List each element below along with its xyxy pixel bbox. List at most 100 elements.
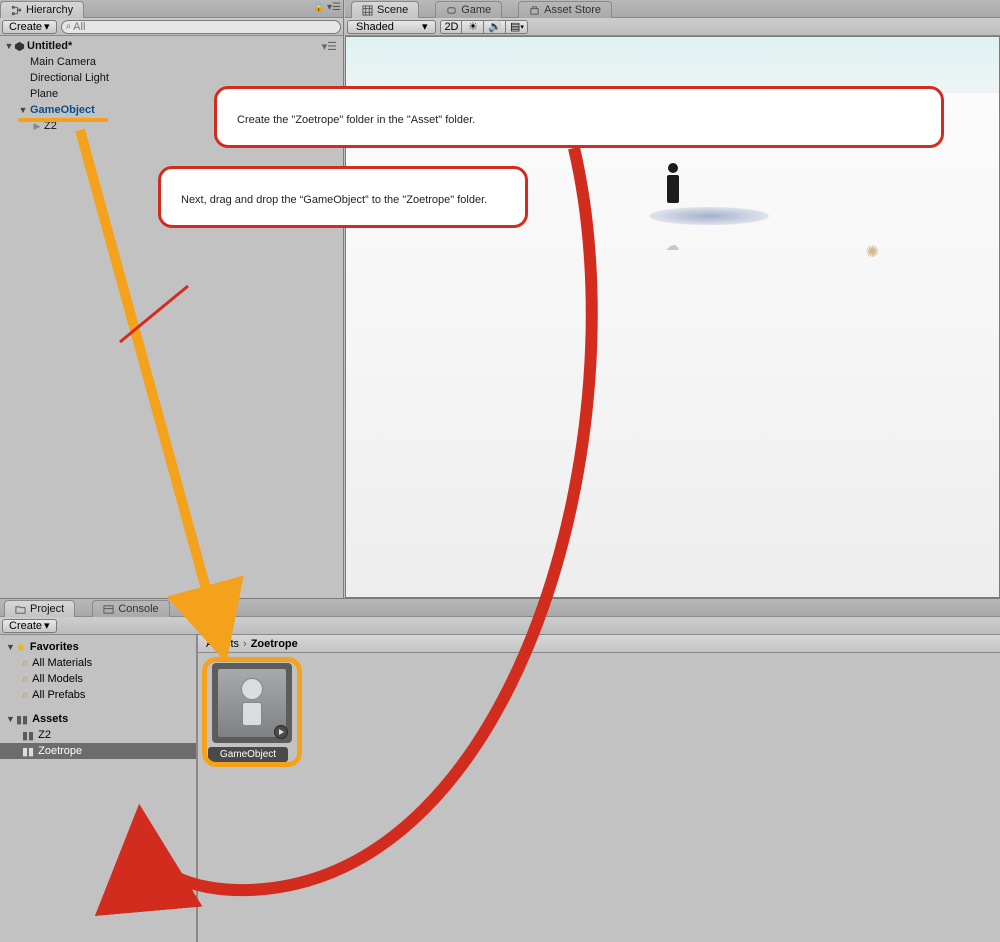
tab-hierarchy[interactable]: Hierarchy bbox=[0, 1, 84, 18]
hierarchy-search-placeholder: All bbox=[73, 21, 85, 33]
folder-label: Zoetrope bbox=[38, 745, 82, 757]
search-icon: ⌕ bbox=[22, 657, 28, 670]
image-icon: ▤ bbox=[510, 20, 520, 33]
favorites-label: Favorites bbox=[30, 641, 79, 653]
foldout-icon[interactable]: ▼ bbox=[4, 41, 14, 51]
scene-menu-icon[interactable]: ▾☰ bbox=[322, 40, 337, 53]
breadcrumb-root[interactable]: Assets bbox=[206, 638, 239, 650]
breadcrumb-current[interactable]: Zoetrope bbox=[251, 638, 298, 650]
hierarchy-scene-row[interactable]: ▼ Untitled* ▾☰ bbox=[0, 38, 343, 54]
folder-z2[interactable]: ▮▮ Z2 bbox=[0, 727, 196, 743]
asset-tile-gameobject[interactable]: GameObject bbox=[208, 663, 296, 762]
console-icon bbox=[103, 603, 114, 615]
toggle-lighting[interactable]: ☀ bbox=[462, 20, 484, 34]
hierarchy-item-main-camera[interactable]: Main Camera bbox=[0, 54, 343, 70]
chevron-right-icon: › bbox=[243, 638, 247, 650]
prefab-preview-icon bbox=[235, 678, 269, 728]
store-icon bbox=[529, 4, 540, 16]
toggle-2d[interactable]: 2D bbox=[440, 20, 462, 34]
panel-menu-icon[interactable]: ▾☰ bbox=[327, 2, 341, 13]
folder-label: Z2 bbox=[38, 729, 51, 741]
scene-tab-row: Scene Game Asset Store bbox=[345, 0, 1000, 18]
viewport-shadow bbox=[649, 207, 769, 225]
highlight-underline bbox=[18, 118, 108, 122]
sun-icon: ☀ bbox=[468, 20, 478, 33]
hierarchy-search-input[interactable]: ⌕ All bbox=[61, 20, 341, 34]
audio-icon: 🔊 bbox=[488, 20, 502, 33]
hierarchy-item-directional-light[interactable]: Directional Light bbox=[0, 70, 343, 86]
favorite-item-label: All Materials bbox=[32, 657, 92, 669]
project-create-button[interactable]: Create ▾ bbox=[2, 619, 57, 633]
project-toolbar: Create ▾ bbox=[0, 617, 1000, 635]
toggle-audio[interactable]: 🔊 bbox=[484, 20, 506, 34]
foldout-icon[interactable]: ▼ bbox=[6, 642, 16, 652]
tab-scene[interactable]: Scene bbox=[351, 1, 419, 18]
folder-icon: ▮▮ bbox=[16, 713, 28, 726]
dropdown-icon: ▾ bbox=[44, 619, 50, 632]
tab-game-label: Game bbox=[461, 4, 491, 16]
scene-toolbar: Shaded ▾ 2D ☀ 🔊 ▤▾ bbox=[345, 18, 1000, 36]
shading-mode-label: Shaded bbox=[356, 21, 394, 33]
project-icon bbox=[15, 603, 26, 615]
dropdown-icon: ▾ bbox=[520, 23, 524, 31]
scene-view-toggles: 2D ☀ 🔊 ▤▾ bbox=[440, 20, 528, 34]
callout-text: Next, drag and drop the “GameObject” to … bbox=[181, 194, 487, 206]
breadcrumb: Assets › Zoetrope bbox=[198, 635, 1000, 653]
dropdown-icon: ▾ bbox=[44, 20, 50, 33]
asset-grid: GameObject bbox=[198, 653, 1000, 772]
cloud-gizmo-icon: ☁ bbox=[666, 237, 680, 254]
create-button-label: Create bbox=[9, 21, 42, 33]
scene-icon bbox=[362, 4, 373, 16]
hierarchy-item-label: Directional Light bbox=[28, 72, 109, 84]
shading-mode-dropdown[interactable]: Shaded ▾ bbox=[347, 20, 436, 34]
project-tab-row: Project Console bbox=[0, 599, 1000, 617]
assets-header[interactable]: ▼ ▮▮ Assets bbox=[0, 711, 196, 727]
dropdown-icon: ▾ bbox=[422, 20, 428, 33]
foldout-icon[interactable]: ▼ bbox=[6, 714, 16, 724]
annotation-callout-1: Create the "Zoetrope" folder in the "Ass… bbox=[214, 86, 944, 148]
hierarchy-item-label: Plane bbox=[28, 88, 58, 100]
search-icon: ⌕ bbox=[22, 689, 28, 702]
foldout-icon[interactable]: ▶ bbox=[32, 121, 42, 132]
favorite-all-models[interactable]: ⌕ All Models bbox=[0, 671, 196, 687]
callout-text: Create the "Zoetrope" folder in the "Ass… bbox=[237, 114, 475, 126]
favorites-header[interactable]: ▼ ★ Favorites bbox=[0, 639, 196, 655]
tab-project[interactable]: Project bbox=[4, 600, 75, 617]
project-panel: Project Console Create ▾ ▼ ★ Favorites ⌕… bbox=[0, 598, 1000, 942]
scene-name-label: Untitled* bbox=[25, 40, 72, 52]
lock-icon[interactable]: 🔒 bbox=[313, 2, 325, 13]
unity-logo-icon bbox=[14, 40, 25, 52]
favorite-all-prefabs[interactable]: ⌕ All Prefabs bbox=[0, 687, 196, 703]
asset-thumbnail bbox=[212, 663, 292, 743]
create-button-label: Create bbox=[9, 620, 42, 632]
tab-scene-label: Scene bbox=[377, 4, 408, 16]
search-icon: ⌕ bbox=[22, 673, 28, 686]
game-icon bbox=[446, 4, 457, 16]
favorite-item-label: All Models bbox=[32, 673, 83, 685]
play-badge-icon bbox=[274, 725, 288, 739]
tab-game[interactable]: Game bbox=[435, 1, 502, 18]
project-tree: ▼ ★ Favorites ⌕ All Materials ⌕ All Mode… bbox=[0, 635, 198, 942]
toggle-2d-label: 2D bbox=[444, 21, 458, 33]
viewport-sky bbox=[346, 37, 999, 93]
create-button[interactable]: Create ▾ bbox=[2, 20, 57, 34]
favorite-all-materials[interactable]: ⌕ All Materials bbox=[0, 655, 196, 671]
project-content: Assets › Zoetrope GameObject bbox=[198, 635, 1000, 942]
viewport-character bbox=[663, 163, 683, 203]
light-gizmo-icon: ✺ bbox=[866, 242, 879, 262]
search-icon: ⌕ bbox=[66, 21, 72, 32]
tab-asset-store[interactable]: Asset Store bbox=[518, 1, 612, 18]
foldout-icon[interactable]: ▼ bbox=[18, 105, 28, 115]
tab-console-label: Console bbox=[118, 603, 158, 615]
tab-project-label: Project bbox=[30, 603, 64, 615]
annotation-callout-2: Next, drag and drop the “GameObject” to … bbox=[158, 166, 528, 228]
hierarchy-item-label: GameObject bbox=[28, 104, 95, 116]
toggle-fx[interactable]: ▤▾ bbox=[506, 20, 528, 34]
tab-console[interactable]: Console bbox=[92, 600, 169, 617]
tab-hierarchy-label: Hierarchy bbox=[26, 4, 73, 16]
hierarchy-item-label: Main Camera bbox=[28, 56, 96, 68]
favorite-item-label: All Prefabs bbox=[32, 689, 85, 701]
star-icon: ★ bbox=[16, 641, 26, 654]
hierarchy-tab-row: Hierarchy 🔒 ▾☰ bbox=[0, 0, 343, 18]
folder-zoetrope[interactable]: ▮▮ Zoetrope bbox=[0, 743, 196, 759]
